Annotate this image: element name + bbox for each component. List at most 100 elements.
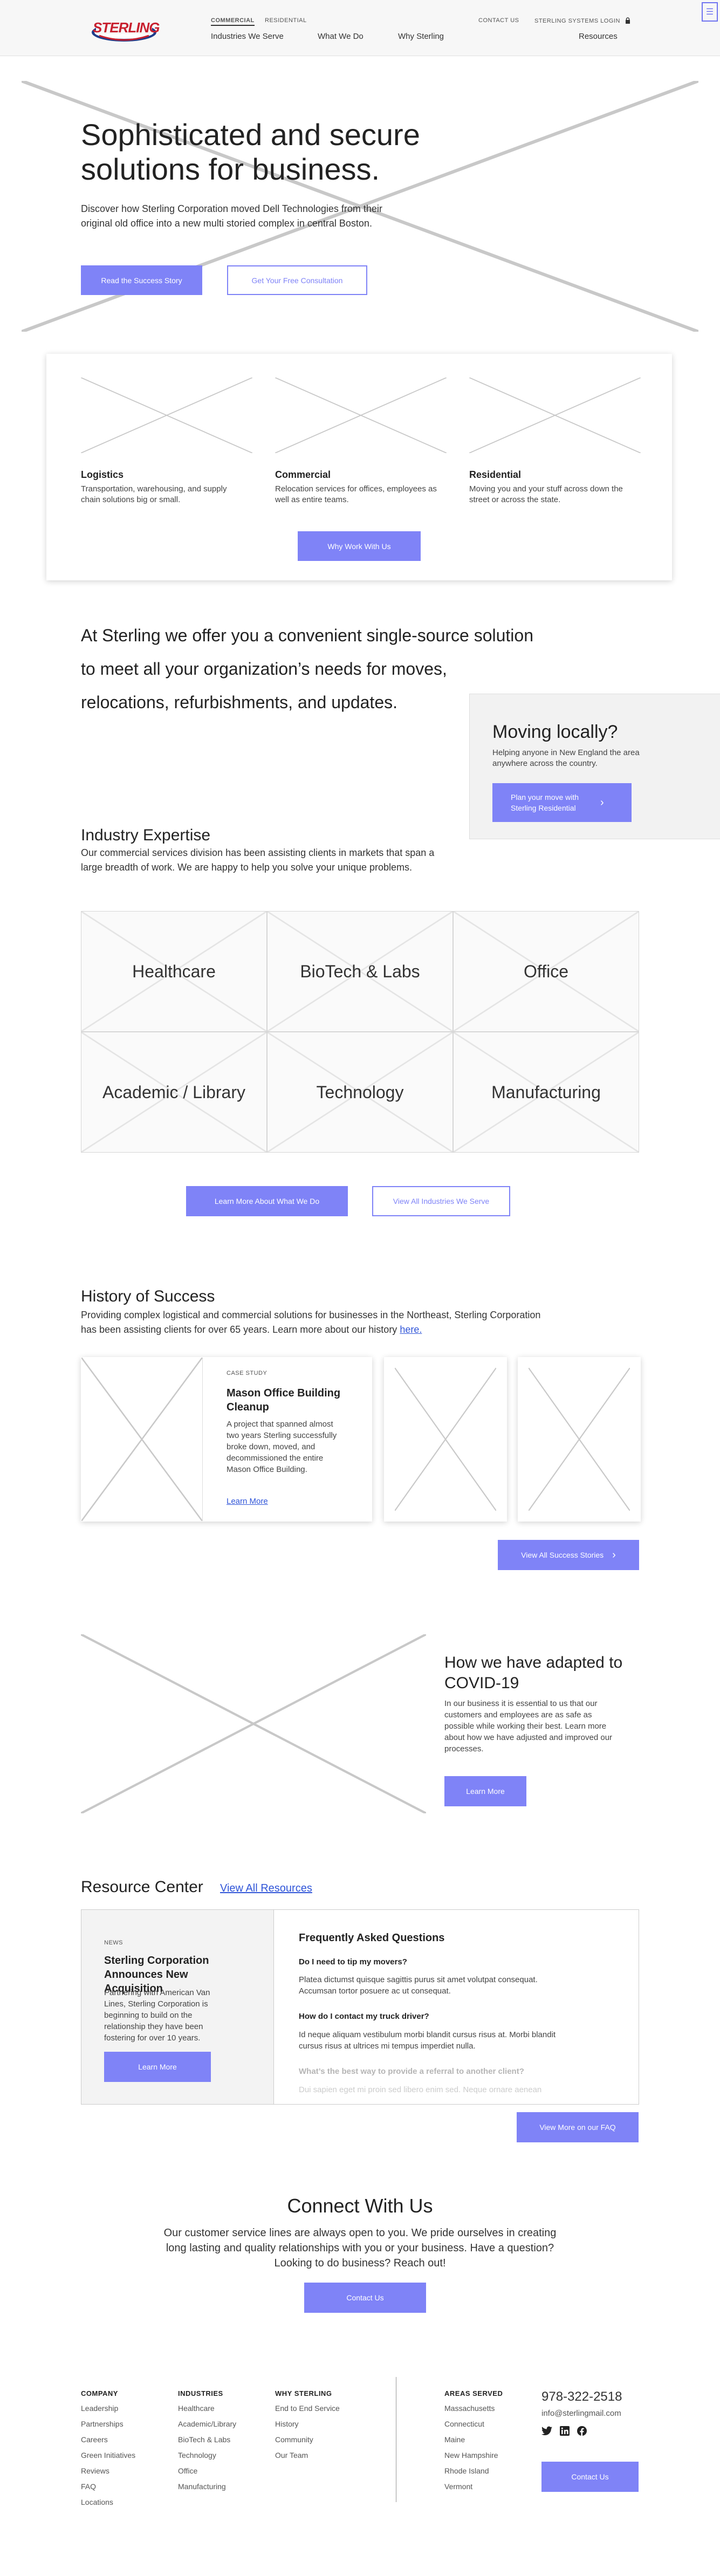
industry-tile-biotech[interactable]: BioTech & Labs — [267, 911, 453, 1032]
footer-link[interactable]: Healthcare — [178, 2401, 236, 2416]
footer-contact-us-button[interactable]: Contact Us — [541, 2462, 639, 2492]
resources-title: Resource Center — [81, 1878, 203, 1896]
learn-more-what-we-do-button[interactable]: Learn More About What We Do — [186, 1186, 348, 1216]
industry-tile-academic[interactable]: Academic / Library — [81, 1032, 267, 1153]
footer-email[interactable]: info@sterlingmail.com — [541, 2409, 621, 2418]
footer-link[interactable]: Massachusetts — [444, 2401, 503, 2416]
footer-link[interactable]: Our Team — [275, 2448, 340, 2463]
footer-link[interactable]: Academic/Library — [178, 2416, 236, 2432]
nav-industries[interactable]: Industries We Serve — [211, 32, 284, 41]
history-text: Providing complex logistical and commerc… — [81, 1310, 541, 1335]
footer-link[interactable]: Reviews — [81, 2463, 135, 2479]
footer-link[interactable]: New Hampshire — [444, 2448, 503, 2463]
footer-link[interactable]: FAQ — [81, 2479, 135, 2495]
industry-tile-label: Technology — [316, 1082, 404, 1102]
twitter-icon[interactable] — [541, 2426, 552, 2438]
news-learn-more-button[interactable]: Learn More — [104, 2052, 211, 2082]
success-story-card[interactable] — [384, 1357, 507, 1522]
footer-link[interactable]: Connecticut — [444, 2416, 503, 2432]
footer-link[interactable]: Manufacturing — [178, 2479, 236, 2495]
sterling-logo[interactable]: STERLING — [91, 16, 160, 44]
linkedin-icon[interactable] — [560, 2426, 570, 2438]
service-desc: Moving you and your stuff across down th… — [469, 484, 623, 504]
page: STERLING COMMERCIAL RESIDENTIAL CONTACT … — [0, 0, 720, 2576]
nav-resources[interactable]: Resources — [579, 32, 618, 41]
tab-commercial[interactable]: COMMERCIAL — [211, 17, 255, 26]
nav-what-we-do[interactable]: What We Do — [318, 32, 364, 41]
footer-link[interactable]: BioTech & Labs — [178, 2432, 236, 2448]
footer-column-title: AREAS SERVED — [444, 2389, 503, 2397]
view-all-resources-link[interactable]: View All Resources — [220, 1882, 312, 1895]
footer-link[interactable]: Green Initiatives — [81, 2448, 135, 2463]
industry-tile-healthcare[interactable]: Healthcare — [81, 911, 267, 1032]
case-study-learn-more-link[interactable]: Learn More — [227, 1497, 268, 1506]
faq-question[interactable]: What’s the best way to provide a referra… — [299, 2067, 524, 2076]
news-label: NEWS — [104, 1940, 123, 1946]
industry-tile-office[interactable]: Office — [453, 911, 639, 1032]
faq-answer: Platea dictumst quisque sagittis purus s… — [299, 1975, 538, 1996]
view-all-stories-label: View All Success Stories — [521, 1551, 604, 1559]
success-story-image — [395, 1368, 496, 1511]
tab-residential[interactable]: RESIDENTIAL — [265, 17, 307, 24]
industry-tile-label: Academic / Library — [102, 1082, 245, 1102]
footer-link[interactable]: Leadership — [81, 2401, 135, 2416]
footer-phone[interactable]: 978-322-2518 — [541, 2389, 622, 2404]
success-story-card[interactable] — [518, 1357, 641, 1522]
footer-link[interactable]: Office — [178, 2463, 236, 2479]
nav-why-sterling[interactable]: Why Sterling — [398, 32, 444, 41]
connect-contact-us-button[interactable]: Contact Us — [304, 2283, 426, 2313]
view-all-success-stories-button[interactable]: View All Success Stories › — [498, 1540, 639, 1570]
facebook-icon[interactable] — [577, 2426, 587, 2438]
faq-question[interactable]: Do I need to tip my movers? — [299, 1957, 407, 1967]
footer-link[interactable]: Technology — [178, 2448, 236, 2463]
chevron-right-icon: › — [612, 1549, 616, 1561]
logo-wordmark: STERLING — [93, 19, 160, 36]
industry-body: Our commercial services division has bee… — [81, 847, 435, 873]
plan-move-label: Plan your move with Sterling Residential — [511, 793, 579, 812]
footer-column-areas: AREAS SERVED Massachusetts Connecticut M… — [444, 2389, 503, 2495]
footer-column-title: COMPANY — [81, 2389, 118, 2397]
moving-title: Moving locally? — [492, 722, 618, 742]
footer-link[interactable]: Maine — [444, 2432, 503, 2448]
why-work-with-us-button[interactable]: Why Work With Us — [298, 531, 421, 561]
covid-learn-more-button[interactable]: Learn More — [444, 1776, 526, 1806]
footer-link[interactable]: End to End Service — [275, 2401, 340, 2416]
intro-line: relocations, refurbishments, and updates… — [81, 693, 397, 712]
covid-title: How we have adapted to COVID-19 — [444, 1654, 623, 1692]
read-success-story-button[interactable]: Read the Success Story — [81, 265, 202, 295]
service-title: Commercial — [275, 469, 331, 480]
faq-title: Frequently Asked Questions — [299, 1932, 445, 1944]
footer-link[interactable]: Rhode Island — [444, 2463, 503, 2479]
case-study-title: Mason Office Building Cleanup — [227, 1387, 341, 1413]
faq-question[interactable]: How do I contact my truck driver? — [299, 2012, 429, 2021]
footer-link[interactable]: Vermont — [444, 2479, 503, 2495]
covid-image — [81, 1634, 426, 1813]
history-link[interactable]: here. — [400, 1324, 422, 1335]
news-body: Partnering with American Van Lines, Ster… — [104, 1988, 210, 2043]
view-more-faq-button[interactable]: View More on our FAQ — [517, 2112, 639, 2142]
case-study-image — [81, 1358, 203, 1521]
hero-body: Discover how Sterling Corporation moved … — [81, 203, 382, 229]
menu-button[interactable]: ☰ — [702, 2, 718, 22]
footer-column-title: INDUSTRIES — [178, 2389, 223, 2397]
industry-title: Industry Expertise — [81, 826, 211, 844]
intro-line: At Sterling we offer you a convenient si… — [81, 626, 533, 645]
footer-column-title: WHY STERLING — [275, 2389, 332, 2397]
industry-tile-technology[interactable]: Technology — [267, 1032, 453, 1153]
industry-tile-manufacturing[interactable]: Manufacturing — [453, 1032, 639, 1153]
footer-link[interactable]: Community — [275, 2432, 340, 2448]
footer-link[interactable]: Careers — [81, 2432, 135, 2448]
footer-link[interactable]: History — [275, 2416, 340, 2432]
sterling-systems-login-link[interactable]: STERLING SYSTEMS LOGIN — [534, 17, 630, 25]
site-header: STERLING COMMERCIAL RESIDENTIAL CONTACT … — [0, 0, 720, 56]
faq-answer: Dui sapien eget mi proin sed libero enim… — [299, 2085, 542, 2094]
free-consultation-button[interactable]: Get Your Free Consultation — [227, 265, 367, 295]
footer-link[interactable]: Partnerships — [81, 2416, 135, 2432]
plan-your-move-button[interactable]: Plan your move with Sterling Residential… — [492, 783, 632, 822]
footer-link[interactable]: Locations — [81, 2495, 135, 2510]
service-desc: Transportation, warehousing, and supply … — [81, 484, 227, 504]
chevron-right-icon: › — [600, 797, 604, 809]
view-all-industries-button[interactable]: View All Industries We Serve — [372, 1186, 510, 1216]
history-body: Providing complex logistical and commerc… — [81, 1308, 545, 1337]
contact-us-link[interactable]: CONTACT US — [478, 17, 519, 24]
